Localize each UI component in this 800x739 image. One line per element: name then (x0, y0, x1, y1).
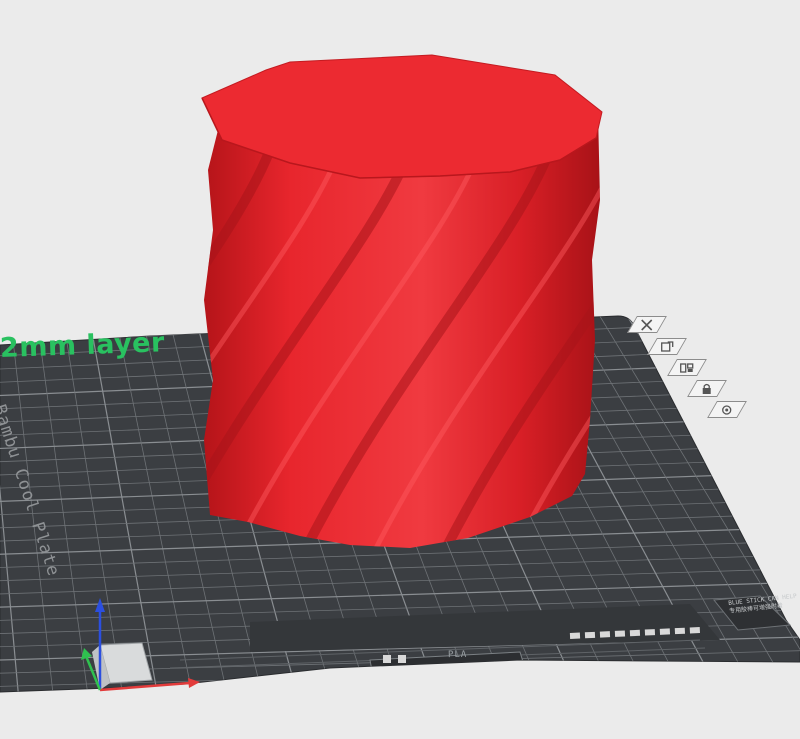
arrange-icon (680, 362, 694, 373)
plate-type-tag: PLA (447, 649, 468, 661)
gear-icon (722, 404, 732, 415)
lock-icon (703, 383, 711, 394)
3d-viewport[interactable]: 2mm layer Bambu Cool Plate PLA BLUE STIC… (0, 0, 800, 739)
grid-line (0, 689, 800, 692)
plate-label: 2mm layer (0, 327, 166, 364)
orient-icon (661, 340, 674, 352)
close-icon (641, 318, 653, 331)
